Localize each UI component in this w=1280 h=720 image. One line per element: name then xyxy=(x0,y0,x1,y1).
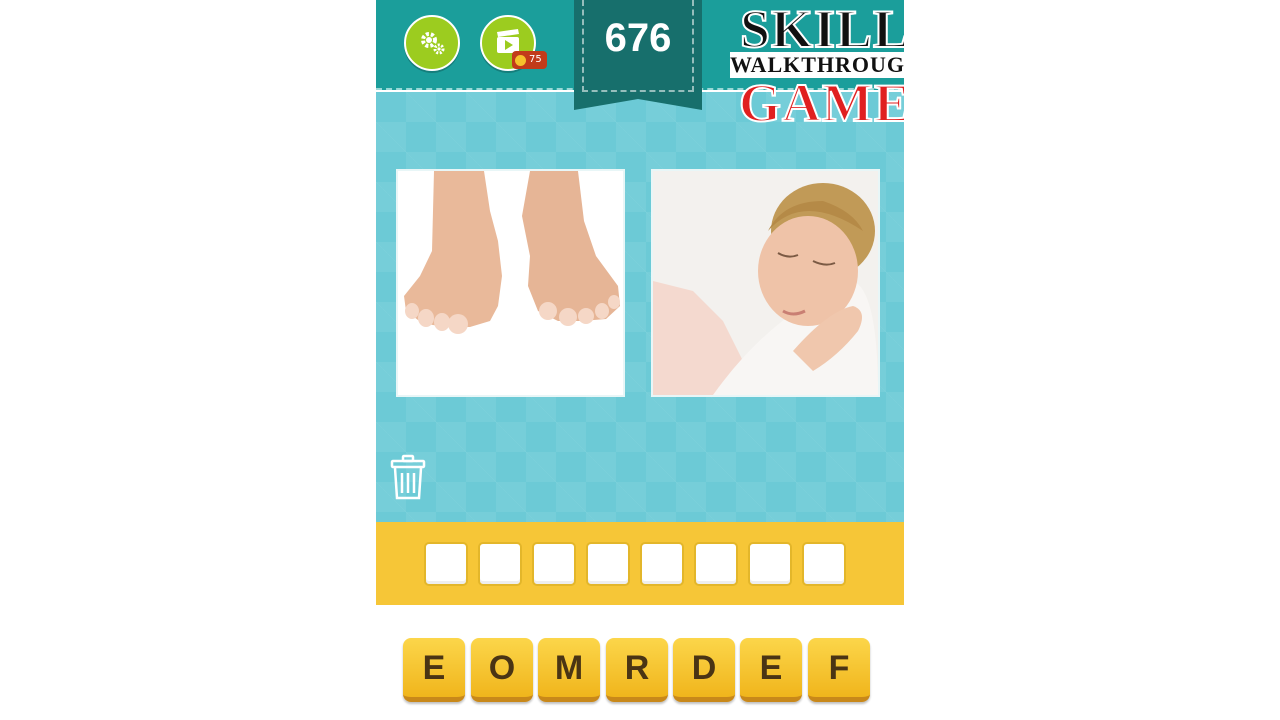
letter-tile[interactable]: F xyxy=(808,638,870,702)
coin-icon xyxy=(515,54,526,66)
answer-slot[interactable] xyxy=(424,542,468,586)
answer-slot[interactable] xyxy=(802,542,846,586)
game-screen: 75 676 SKILL WALKTHROUGH GAME E O M R D … xyxy=(376,0,904,720)
letter-tile[interactable]: E xyxy=(740,638,802,702)
letter-tile[interactable]: M xyxy=(538,638,600,702)
letter-pool: E O M R D E F xyxy=(376,605,904,720)
letter-tile[interactable]: E xyxy=(403,638,465,702)
gear-icon xyxy=(421,32,445,55)
coin-reward-count: 75 xyxy=(529,54,542,65)
answer-slot[interactable] xyxy=(586,542,630,586)
logo-line-skill: SKILL xyxy=(739,0,904,60)
sleeping-woman-photo xyxy=(651,169,880,397)
letter-tile[interactable]: O xyxy=(471,638,533,702)
letter-tile[interactable]: R xyxy=(606,638,668,702)
settings-button[interactable] xyxy=(404,15,460,71)
letter-tile[interactable]: D xyxy=(673,638,735,702)
answer-slot[interactable] xyxy=(532,542,576,586)
level-number: 676 xyxy=(604,16,672,60)
logo-line-game: GAME xyxy=(738,72,904,134)
answer-slot[interactable] xyxy=(694,542,738,586)
answer-bar xyxy=(376,522,904,605)
bare-feet-photo xyxy=(396,169,625,397)
watermark-logo: SKILL WALKTHROUGH GAME xyxy=(730,0,904,134)
trash-icon xyxy=(390,454,426,500)
answer-slot[interactable] xyxy=(748,542,792,586)
level-ribbon: 676 xyxy=(574,0,702,110)
coin-reward-badge: 75 xyxy=(512,51,547,69)
clear-answer-button[interactable] xyxy=(389,454,427,502)
answer-slot[interactable] xyxy=(478,542,522,586)
answer-slot[interactable] xyxy=(640,542,684,586)
